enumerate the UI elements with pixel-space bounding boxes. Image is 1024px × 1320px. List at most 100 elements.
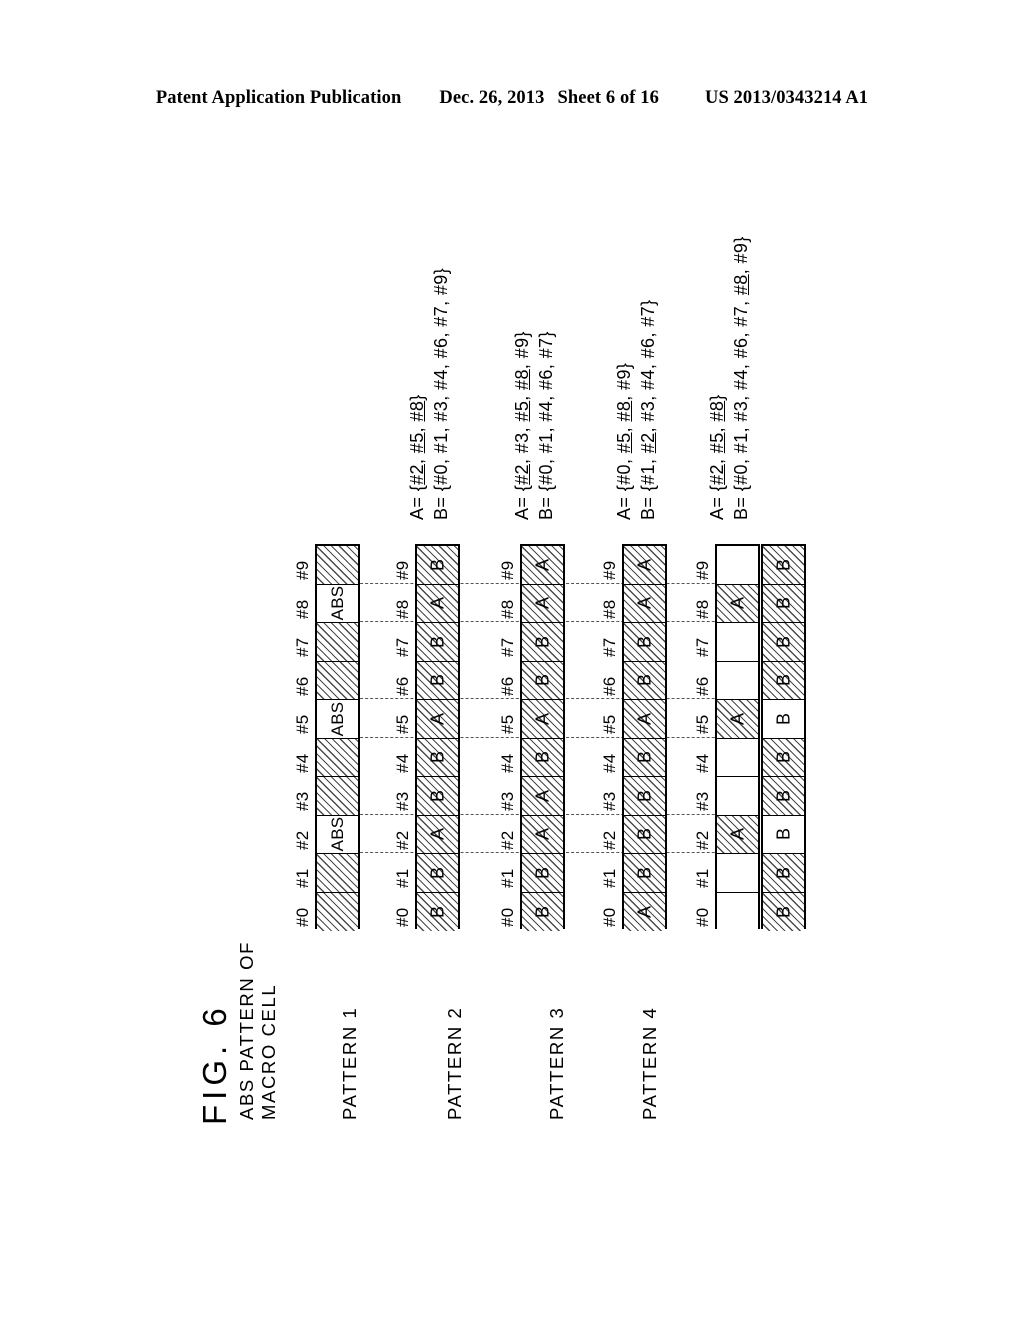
cell-pattern-4-row-b-slot8: B xyxy=(763,584,804,623)
cell-pattern-1-row-slot8: A xyxy=(417,584,458,623)
slot-label-8: #8 xyxy=(393,599,412,619)
cell-pattern-4-row-b-slot6: B xyxy=(763,661,804,700)
cell-text: B xyxy=(634,751,654,764)
slot-label-3: #3 xyxy=(293,791,312,812)
cell-pattern-3-row-slot3: B xyxy=(624,777,665,816)
cell-text: ABS xyxy=(327,701,347,737)
cell-text: B xyxy=(773,828,793,841)
slot-label-3: #3 xyxy=(393,791,412,812)
cell-pattern-2-row-slot5: A xyxy=(522,700,563,739)
slot-label-3: #3 xyxy=(600,791,619,812)
pattern-2-eq-a: A= {#2, #3, #5, #8, #9} xyxy=(512,331,532,520)
slot-label-2: #2 xyxy=(693,830,712,850)
cell-pattern-4-row-b-slot3: B xyxy=(763,777,804,816)
slot-label-9: #9 xyxy=(498,560,517,581)
cell-text: B xyxy=(773,751,793,764)
slot-label-2: #2 xyxy=(393,830,412,850)
slot-label-4: #4 xyxy=(693,753,712,773)
cell-text: A xyxy=(727,712,747,725)
pattern-4-eq-a: A= {#2, #5, #8} xyxy=(707,394,727,520)
row-label-pattern-4: PATTERN 4 xyxy=(639,1007,661,1120)
slot-label-8: #8 xyxy=(498,599,517,619)
slot-label-5: #5 xyxy=(498,714,517,735)
slot-label-2: #2 xyxy=(293,830,312,850)
slot-label-9: #9 xyxy=(393,560,412,581)
cell-abs-row-slot6 xyxy=(317,661,358,700)
cell-pattern-1-row-slot0: B xyxy=(417,892,458,931)
cell-pattern-1-row-slot3: B xyxy=(417,777,458,816)
cell-text: B xyxy=(773,905,793,918)
slot-label-0: #0 xyxy=(693,907,712,927)
cell-pattern-1-row-slot5: A xyxy=(417,700,458,739)
cell-pattern-4-row-a-slot9 xyxy=(717,546,758,585)
row-label-line: ABS PATTERN OF xyxy=(236,941,257,1120)
cell-pattern-2-row-slot7: B xyxy=(522,623,563,662)
cell-pattern-3-row-slot4: B xyxy=(624,738,665,777)
cell-text: A xyxy=(634,905,654,918)
slot-label-6: #6 xyxy=(600,676,619,696)
cell-text: B xyxy=(427,674,447,687)
cell-text: B xyxy=(532,866,552,879)
cell-pattern-2-row-slot6: B xyxy=(522,661,563,700)
row-label-pattern-1: PATTERN 1 xyxy=(339,1007,361,1120)
cell-text: A xyxy=(427,828,447,841)
cell-text: B xyxy=(634,789,654,802)
cell-text: B xyxy=(773,712,793,725)
slot-label-3: #3 xyxy=(498,791,517,812)
pattern-1-eq-b: B= {#0, #1, #3, #4, #6, #7, #9} xyxy=(431,267,451,520)
cell-text: B xyxy=(773,635,793,648)
slot-label-6: #6 xyxy=(498,676,517,696)
slot-label-3: #3 xyxy=(693,791,712,812)
cell-pattern-3-row-slot8: A xyxy=(624,584,665,623)
cell-text: A xyxy=(532,828,552,841)
pattern-2-eq-b: B= {#0, #1, #4, #6, #7} xyxy=(536,331,556,520)
cell-pattern-2-row-slot0: B xyxy=(522,892,563,931)
cell-text: A xyxy=(727,828,747,841)
slot-label-0: #0 xyxy=(293,907,312,927)
cell-text: ABS xyxy=(327,816,347,852)
slot-label-4: #4 xyxy=(393,753,412,773)
slot-label-0: #0 xyxy=(600,907,619,927)
cell-pattern-3-row-slot1: B xyxy=(624,854,665,893)
cell-pattern-3-row-slot2: B xyxy=(624,815,665,854)
cell-text: B xyxy=(532,905,552,918)
slot-label-5: #5 xyxy=(600,714,619,735)
slot-label-0: #0 xyxy=(393,907,412,927)
slot-label-4: #4 xyxy=(498,753,517,773)
cell-text: A xyxy=(634,558,654,571)
cell-pattern-3-row-slot0: A xyxy=(624,892,665,931)
strip-pattern-1-row: B A B B A B B A B B xyxy=(415,544,460,931)
cell-abs-row-slot9 xyxy=(317,546,358,585)
slot-label-0: #0 xyxy=(498,907,517,927)
row-label-line: PATTERN 2 xyxy=(444,1006,465,1120)
cell-pattern-2-row-slot3: A xyxy=(522,777,563,816)
cell-text: B xyxy=(634,828,654,841)
cell-text: B xyxy=(427,635,447,648)
cell-text: A xyxy=(634,597,654,610)
cell-text: A xyxy=(727,597,747,610)
slot-label-5: #5 xyxy=(693,714,712,735)
cell-abs-row-slot4 xyxy=(317,738,358,777)
cell-pattern-4-row-b-slot1: B xyxy=(763,854,804,893)
cell-pattern-4-row-b-slot9: B xyxy=(763,546,804,585)
cell-text: B xyxy=(773,866,793,879)
cell-pattern-4-row-b-slot0: B xyxy=(763,892,804,931)
slot-label-4: #4 xyxy=(293,753,312,773)
slot-label-1: #1 xyxy=(293,868,312,889)
slot-label-7: #7 xyxy=(293,637,312,658)
cell-text: B xyxy=(773,789,793,802)
cell-pattern-2-row-slot1: B xyxy=(522,854,563,893)
cell-text: B xyxy=(773,674,793,687)
slot-label-7: #7 xyxy=(693,637,712,658)
slot-label-2: #2 xyxy=(498,830,517,850)
pattern-3-eq-b: B= {#1, #2, #3, #4, #6, #7} xyxy=(638,299,658,521)
cell-pattern-4-row-b-slot5: B xyxy=(763,700,804,739)
row-label-abs-pattern-macro-cell: ABS PATTERN OF MACRO CELL xyxy=(236,941,280,1120)
cell-text: A xyxy=(427,712,447,725)
cell-pattern-2-row-slot2: A xyxy=(522,815,563,854)
cell-pattern-4-row-a-slot7 xyxy=(717,623,758,662)
cell-pattern-3-row-slot7: B xyxy=(624,623,665,662)
slot-label-4: #4 xyxy=(600,753,619,773)
cell-pattern-4-row-a-slot2: A xyxy=(717,815,758,854)
cell-pattern-4-row-a-slot1 xyxy=(717,854,758,893)
